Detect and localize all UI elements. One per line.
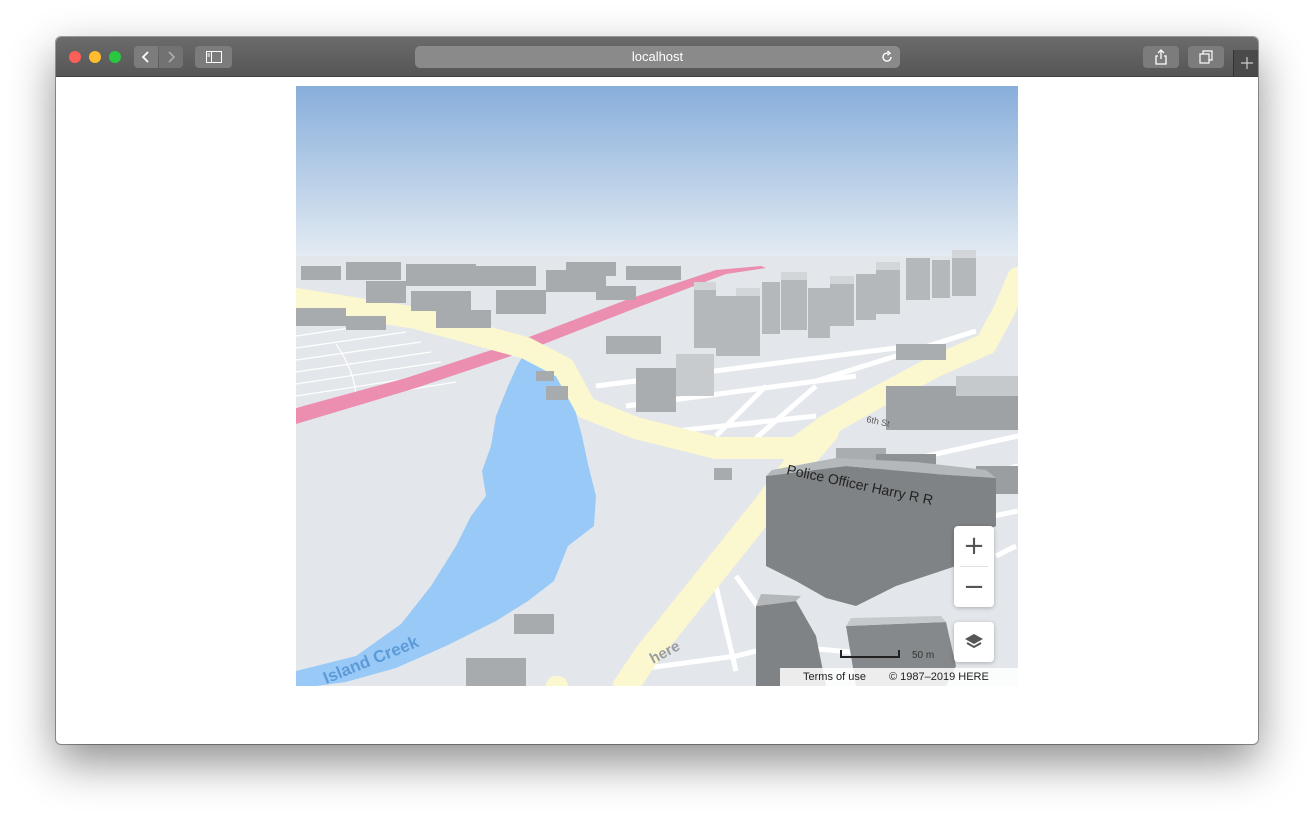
zoom-window-button[interactable] — [109, 51, 121, 63]
new-tab-button[interactable] — [1233, 50, 1258, 76]
zoom-out-button[interactable]: − — [954, 567, 994, 607]
layers-icon — [965, 634, 983, 649]
address-bar[interactable]: localhost — [415, 46, 900, 68]
attribution: Terms of use © 1987–2019 HERE — [780, 668, 1018, 686]
tab-overview-button[interactable] — [1188, 46, 1224, 68]
sidebar-icon — [205, 51, 222, 63]
zoom-in-button[interactable]: + — [954, 526, 994, 566]
sky — [296, 86, 1018, 276]
scale-label: 50 m — [912, 650, 935, 661]
zoom-control: + − — [954, 526, 994, 607]
tabs-icon — [1199, 50, 1213, 64]
title-bar: localhost — [56, 37, 1258, 77]
close-window-button[interactable] — [69, 51, 81, 63]
layers-button[interactable] — [954, 622, 994, 662]
map-scene[interactable]: Island Creek Police Officer Harry R R he… — [296, 86, 1018, 686]
scale-bar-line — [840, 650, 900, 658]
chevron-left-icon — [141, 51, 149, 63]
zoom-out-label: − — [963, 572, 985, 602]
reload-icon — [882, 50, 892, 62]
forward-button[interactable] — [159, 46, 183, 68]
share-icon — [1155, 49, 1167, 65]
back-button[interactable] — [134, 46, 158, 68]
chevron-right-icon — [168, 51, 176, 63]
zoom-in-label: + — [963, 531, 985, 561]
share-button[interactable] — [1143, 46, 1179, 68]
minimize-window-button[interactable] — [89, 51, 101, 63]
reload-button[interactable] — [880, 49, 894, 71]
scale-bar: 50 m — [840, 648, 940, 664]
map-view[interactable]: Island Creek Police Officer Harry R R he… — [296, 86, 1018, 686]
sidebar-button[interactable] — [195, 46, 232, 68]
terms-of-use-link[interactable]: Terms of use — [803, 668, 866, 686]
address-text: localhost — [631, 49, 684, 64]
plus-icon — [1240, 57, 1253, 69]
copyright-text: © 1987–2019 HERE — [889, 671, 989, 683]
browser-window: localhost Island Creek Police Officer Ha… — [56, 37, 1258, 744]
